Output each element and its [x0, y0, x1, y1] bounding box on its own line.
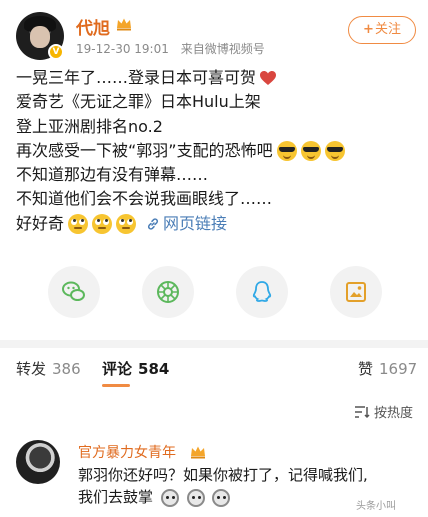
member-crown-icon	[117, 18, 131, 31]
eye-roll-emoji-icon	[92, 213, 113, 234]
post-tabs: 转发 386 评论 584 赞 1697	[16, 358, 417, 380]
sunglasses-emoji-icon	[324, 141, 345, 162]
tab-comments[interactable]: 评论 584	[102, 358, 169, 379]
link-icon	[147, 218, 159, 230]
sort-by-hot-button[interactable]: 按热度	[354, 402, 413, 421]
active-tab-indicator	[102, 384, 130, 387]
post-line: 一晃三年了……登录日本可喜可贺	[16, 66, 416, 90]
comment-line: 郭羽你还好吗？如果你被打了，记得喊我们,	[78, 466, 368, 484]
share-wechat-button[interactable]	[48, 266, 100, 318]
save-image-icon	[346, 282, 366, 302]
post-line: 好好奇 网页链接	[16, 212, 416, 236]
moments-icon	[157, 281, 179, 303]
post-line: 不知道他们会不会说我画眼线了……	[16, 189, 273, 209]
share-moments-button[interactable]	[142, 266, 194, 318]
tab-repost[interactable]: 转发 386	[16, 358, 81, 379]
author-username[interactable]: 代旭	[76, 14, 110, 39]
sunglasses-emoji-icon	[300, 141, 321, 162]
husky-emoji-icon	[212, 488, 231, 507]
web-link[interactable]: 网页链接	[146, 212, 227, 236]
follow-button[interactable]: +关注	[348, 16, 416, 44]
sunglasses-emoji-icon	[276, 141, 297, 162]
post-date: 19-12-30 19:01	[76, 42, 169, 56]
sort-icon	[355, 405, 370, 418]
eye-roll-emoji-icon	[68, 213, 89, 234]
share-save-image-button[interactable]	[330, 266, 382, 318]
plus-icon: +	[363, 22, 374, 37]
member-crown-icon	[191, 446, 205, 459]
commenter-username[interactable]: 官方暴力女青年	[78, 442, 176, 462]
qq-icon	[252, 281, 272, 302]
heart-emoji-icon	[260, 71, 277, 86]
eye-roll-emoji-icon	[116, 213, 137, 234]
share-qq-button[interactable]	[236, 266, 288, 318]
post-source: 来自微博视频号	[180, 42, 265, 56]
verified-badge-icon: V	[48, 44, 64, 60]
post-line: 爱奇艺《无证之罪》日本Hulu上架	[16, 92, 261, 112]
post-meta: 19-12-30 19:01 来自微博视频号	[76, 40, 265, 57]
section-divider	[0, 340, 428, 348]
watermark: 头条小叫	[356, 501, 396, 512]
husky-emoji-icon	[160, 488, 179, 507]
commenter-avatar[interactable]	[16, 440, 60, 484]
post-line: 登上亚洲剧排名no.2	[16, 116, 163, 136]
post-line: 不知道那边有没有弹幕……	[16, 165, 209, 185]
tab-likes[interactable]: 赞 1697	[358, 358, 417, 379]
wechat-icon	[62, 281, 85, 301]
post-body: 一晃三年了……登录日本可喜可贺 爱奇艺《无证之罪》日本Hulu上架 登上亚洲剧排…	[16, 66, 416, 236]
post-line: 再次感受一下被“郭羽”支配的恐怖吧	[16, 139, 416, 163]
husky-emoji-icon	[186, 488, 205, 507]
